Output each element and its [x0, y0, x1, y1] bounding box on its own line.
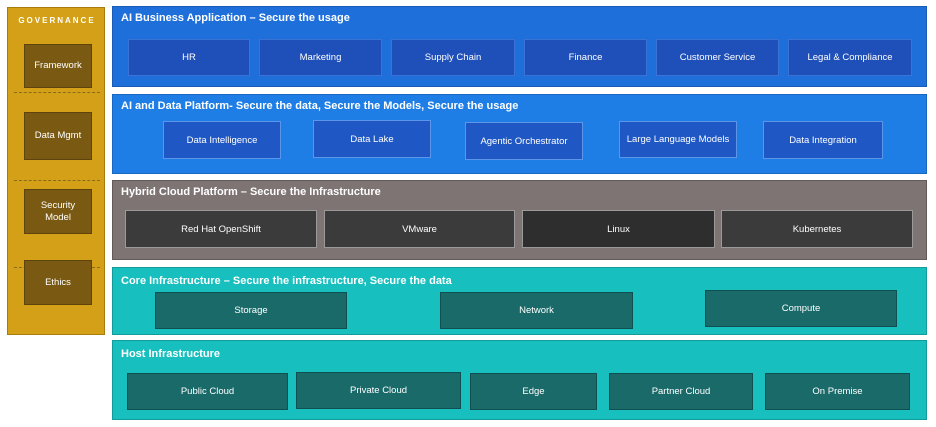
governance-item-ethics: Ethics: [24, 260, 92, 305]
component-red-hat-openshift: Red Hat OpenShift: [125, 210, 317, 248]
component-legal-compliance: Legal & Compliance: [788, 39, 912, 76]
layer-title: Host Infrastructure: [121, 348, 221, 360]
component-public-cloud: Public Cloud: [127, 373, 288, 410]
component-kubernetes: Kubernetes: [721, 210, 913, 248]
component-data-lake: Data Lake: [313, 120, 431, 158]
governance-panel: GOVERNANCE Framework Data Mgmt Security …: [7, 7, 105, 335]
component-customer-service: Customer Service: [656, 39, 779, 76]
governance-divider: [14, 92, 100, 93]
governance-item-framework: Framework: [24, 44, 92, 88]
component-marketing: Marketing: [259, 39, 382, 76]
governance-item-security-model: Security Model: [24, 189, 92, 234]
component-data-intelligence: Data Intelligence: [163, 121, 281, 159]
governance-item-data-mgmt: Data Mgmt: [24, 112, 92, 160]
component-partner-cloud: Partner Cloud: [609, 373, 753, 410]
component-network: Network: [440, 292, 633, 329]
component-finance: Finance: [524, 39, 647, 76]
component-private-cloud: Private Cloud: [296, 372, 461, 409]
component-large-language-models: Large Language Models: [619, 121, 737, 158]
layer-ai-business-application: AI Business Application – Secure the usa…: [112, 6, 927, 87]
component-data-integration: Data Integration: [763, 121, 883, 159]
layer-title: Hybrid Cloud Platform – Secure the Infra…: [121, 186, 381, 198]
layer-title: AI and Data Platform- Secure the data, S…: [121, 100, 519, 112]
governance-title: GOVERNANCE: [18, 16, 96, 25]
component-edge: Edge: [470, 373, 597, 410]
component-vmware: VMware: [324, 210, 515, 248]
layer-hybrid-cloud-platform: Hybrid Cloud Platform – Secure the Infra…: [112, 180, 927, 260]
component-supply-chain: Supply Chain: [391, 39, 515, 76]
layer-host-infrastructure: Host Infrastructure Public Cloud Private…: [112, 340, 927, 420]
component-on-premise: On Premise: [765, 373, 910, 410]
component-compute: Compute: [705, 290, 897, 327]
layer-title: AI Business Application – Secure the usa…: [121, 12, 350, 24]
governance-divider: [14, 180, 100, 181]
component-storage: Storage: [155, 292, 347, 329]
component-agentic-orchestrator: Agentic Orchestrator: [465, 122, 583, 160]
component-linux: Linux: [522, 210, 715, 248]
layer-core-infrastructure: Core Infrastructure – Secure the infrast…: [112, 267, 927, 335]
component-hr: HR: [128, 39, 250, 76]
layer-ai-data-platform: AI and Data Platform- Secure the data, S…: [112, 94, 927, 174]
layer-title: Core Infrastructure – Secure the infrast…: [121, 275, 452, 287]
